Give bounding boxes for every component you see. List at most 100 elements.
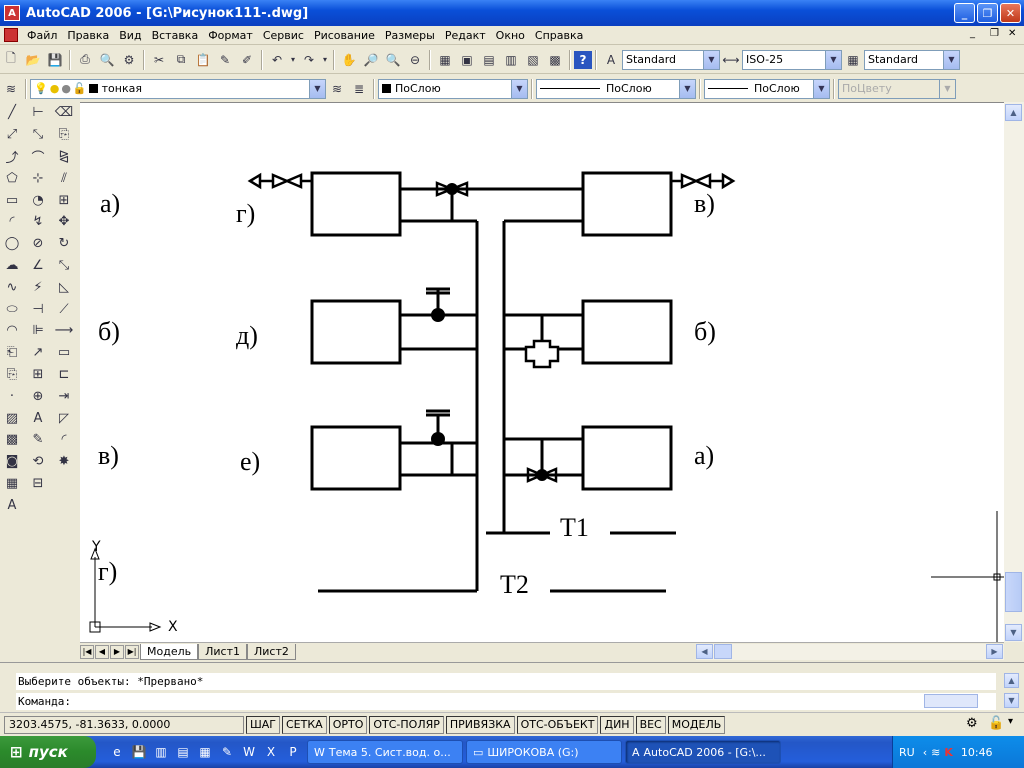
- linear-dim-icon[interactable]: ⊢: [26, 102, 50, 124]
- explode-icon[interactable]: ✸: [52, 451, 76, 473]
- toggle-osnap[interactable]: ПРИВЯЗКА: [445, 715, 515, 734]
- layer-select[interactable]: 💡 ● ● 🔓 тонкая ▼: [30, 78, 326, 99]
- drawing-canvas[interactable]: а) б) в) г) г) д) е) в) б) а) Т1 Т2 Y X: [80, 102, 1004, 643]
- table-icon[interactable]: ▦: [0, 473, 24, 495]
- scroll-down-icon[interactable]: ▼: [1005, 624, 1022, 641]
- baseline-dim-icon[interactable]: ⊣: [26, 298, 50, 320]
- break-at-point-icon[interactable]: ▭: [52, 342, 76, 364]
- stretch-icon[interactable]: ◺: [52, 276, 76, 298]
- tab-sheet2[interactable]: Лист2: [246, 643, 296, 660]
- toggle-polar[interactable]: ОТС-ПОЛЯР: [369, 715, 444, 734]
- sheet-set-icon[interactable]: ▥: [500, 49, 522, 71]
- toggle-dyn[interactable]: ДИН: [600, 715, 634, 734]
- table-style-select[interactable]: Standard ▼: [864, 49, 960, 70]
- menu-dimension[interactable]: Размеры: [380, 29, 440, 42]
- block-editor-icon[interactable]: ✐: [236, 49, 258, 71]
- multiline-text-icon[interactable]: A: [0, 494, 24, 516]
- quicklaunch-folder-icon[interactable]: ▥: [152, 743, 170, 761]
- toggle-otrack[interactable]: ОТС-ОБЪЕКТ: [516, 715, 599, 734]
- dim-update-icon[interactable]: ⟲: [26, 451, 50, 473]
- dim-style-select[interactable]: ISO-25 ▼: [742, 49, 842, 70]
- next-tab-icon[interactable]: ▶: [110, 644, 124, 659]
- horizontal-scrollbar[interactable]: ◀ ▶: [696, 644, 1004, 660]
- quicklaunch-paint-icon[interactable]: ✎: [218, 743, 236, 761]
- menu-modify[interactable]: Редакт: [440, 29, 491, 42]
- print-preview-icon[interactable]: 🔍: [96, 49, 118, 71]
- tray-network-icon[interactable]: ≋: [931, 746, 940, 759]
- command-input[interactable]: Команда:: [16, 693, 996, 710]
- toggle-ortho[interactable]: ОРТО: [328, 715, 368, 734]
- offset-icon[interactable]: ⫽: [52, 167, 76, 189]
- doc-minimize-button[interactable]: _: [970, 28, 975, 39]
- menu-draw[interactable]: Рисование: [309, 29, 380, 42]
- center-mark-icon[interactable]: ⊕: [26, 385, 50, 407]
- menu-tools[interactable]: Сервис: [258, 29, 309, 42]
- layer-manager-icon[interactable]: ≋: [0, 78, 22, 100]
- extend-icon[interactable]: ⟶: [52, 320, 76, 342]
- open-icon[interactable]: 📂: [22, 49, 44, 71]
- tab-model[interactable]: Модель: [140, 643, 199, 660]
- jogged-dim-icon[interactable]: ↯: [26, 211, 50, 233]
- scroll-left-icon[interactable]: ◀: [696, 644, 713, 659]
- quick-dim-icon[interactable]: ⚡: [26, 276, 50, 298]
- quicklaunch-table-icon[interactable]: ▦: [196, 743, 214, 761]
- zoom-window-icon[interactable]: 🔍: [382, 49, 404, 71]
- polyline-icon[interactable]: ⤴: [0, 146, 24, 168]
- toggle-grid[interactable]: СЕТКА: [282, 715, 327, 734]
- new-icon[interactable]: 🗋: [0, 49, 22, 71]
- lineweight-select[interactable]: ПоСлою ▼: [704, 78, 830, 99]
- undo-icon[interactable]: ↶: [266, 49, 288, 71]
- erase-icon[interactable]: ⌫: [52, 102, 76, 124]
- mirror-icon[interactable]: ⧎: [52, 146, 76, 168]
- start-button[interactable]: ⊞ пуск: [0, 736, 96, 768]
- quicklaunch-word-icon[interactable]: W: [240, 743, 258, 761]
- point-icon[interactable]: ·: [0, 385, 24, 407]
- layer-previous-icon[interactable]: ≣: [348, 78, 370, 100]
- arc-length-icon[interactable]: ⌒: [26, 146, 50, 168]
- linetype-select[interactable]: ПоСлою ▼: [536, 78, 696, 99]
- color-select[interactable]: ПоСлою ▼: [378, 78, 528, 99]
- calculator-icon[interactable]: ▩: [544, 49, 566, 71]
- tab-sheet1[interactable]: Лист1: [198, 643, 247, 660]
- fillet-icon[interactable]: ◜: [52, 429, 76, 451]
- quicklaunch-ie-icon[interactable]: e: [108, 743, 126, 761]
- zoom-realtime-icon[interactable]: 🔎: [360, 49, 382, 71]
- quick-leader-icon[interactable]: ↗: [26, 342, 50, 364]
- toggle-model[interactable]: МОДЕЛЬ: [667, 715, 726, 734]
- paste-icon[interactable]: 📋: [192, 49, 214, 71]
- doc-restore-button[interactable]: ❐: [990, 28, 999, 39]
- document-icon[interactable]: [4, 28, 18, 42]
- aligned-dim-icon[interactable]: ⤡: [26, 124, 50, 146]
- construction-line-icon[interactable]: ⤢: [0, 124, 24, 146]
- gradient-icon[interactable]: ▩: [0, 429, 24, 451]
- quicklaunch-ppt-icon[interactable]: P: [284, 743, 302, 761]
- close-button[interactable]: ✕: [1000, 3, 1021, 23]
- task-autocad[interactable]: A AutoCAD 2006 - [G:\...: [625, 740, 781, 764]
- continue-dim-icon[interactable]: ⊫: [26, 320, 50, 342]
- first-tab-icon[interactable]: |◀: [80, 644, 94, 659]
- horizontal-scroll-thumb[interactable]: [714, 644, 732, 659]
- make-block-icon[interactable]: ⎘: [0, 364, 24, 386]
- status-menu-icon[interactable]: ▾: [1008, 716, 1013, 727]
- rotate-icon[interactable]: ↻: [52, 233, 76, 255]
- text-style-select[interactable]: Standard ▼: [622, 49, 720, 70]
- cut-icon[interactable]: ✂: [148, 49, 170, 71]
- zoom-previous-icon[interactable]: ⊖: [404, 49, 426, 71]
- dim-edit-icon[interactable]: A: [26, 407, 50, 429]
- circle-icon[interactable]: ◯: [0, 233, 24, 255]
- cmd-hscroll[interactable]: [924, 694, 978, 708]
- vertical-scrollbar[interactable]: ▲ ▼: [1004, 102, 1024, 642]
- array-icon[interactable]: ⊞: [52, 189, 76, 211]
- redo-dropdown-icon[interactable]: ▾: [320, 49, 330, 71]
- menu-file[interactable]: Файл: [22, 29, 62, 42]
- quicklaunch-save-icon[interactable]: 💾: [130, 743, 148, 761]
- last-tab-icon[interactable]: ▶|: [125, 644, 139, 659]
- properties-icon[interactable]: ▦: [434, 49, 456, 71]
- menu-window[interactable]: Окно: [491, 29, 530, 42]
- design-center-icon[interactable]: ▣: [456, 49, 478, 71]
- trim-icon[interactable]: ⟋: [52, 298, 76, 320]
- angular-dim-icon[interactable]: ∠: [26, 255, 50, 277]
- tolerance-icon[interactable]: ⊞: [26, 364, 50, 386]
- radius-dim-icon[interactable]: ◔: [26, 189, 50, 211]
- chamfer-icon[interactable]: ◸: [52, 407, 76, 429]
